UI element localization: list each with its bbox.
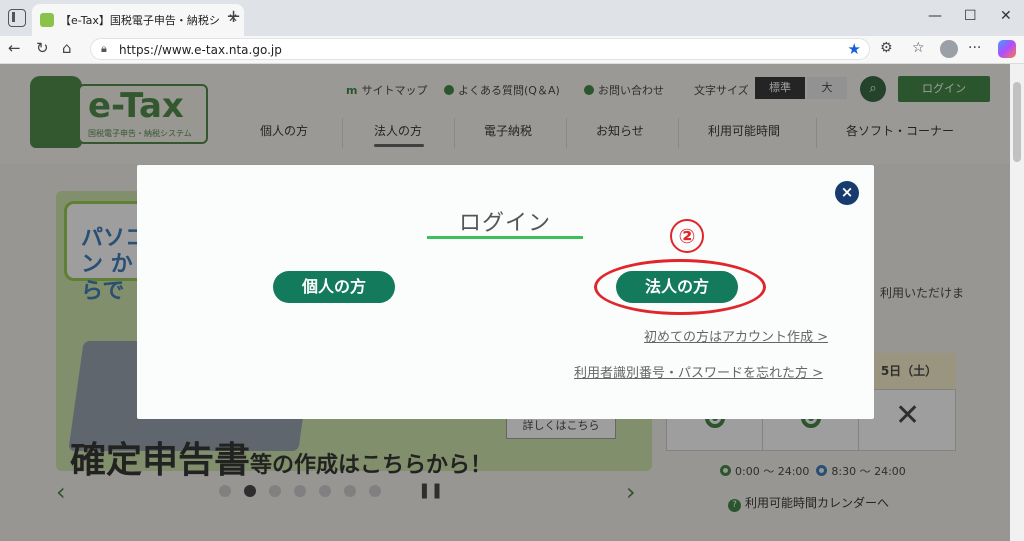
tab-title: 【e-Tax】国税電子申告・納税システム xyxy=(60,14,220,27)
new-tab-icon[interactable]: + xyxy=(226,6,241,27)
address-bar-row: ← ↻ ⌂ 🔒︎ https://www.e-tax.nta.go.jp ★ ⚙… xyxy=(0,36,1024,64)
browser-tab-bar: 【e-Tax】国税電子申告・納税システム ✕ + — ☐ ✕ xyxy=(0,0,1024,36)
url-text: https://www.e-tax.nta.go.jp xyxy=(119,43,282,57)
corporate-login-button[interactable]: 法人の方 xyxy=(616,271,738,303)
login-modal: × ログイン 個人の方 ② 法人の方 初めての方はアカウント作成 > 利用者識別… xyxy=(137,165,874,419)
tab-actions-icon[interactable] xyxy=(8,9,26,27)
window-close-icon[interactable]: ✕ xyxy=(1000,8,1012,24)
forgot-credentials-link[interactable]: 利用者識別番号・パスワードを忘れた方 > xyxy=(574,362,823,381)
back-icon[interactable]: ← xyxy=(8,39,21,57)
scrollbar-thumb[interactable] xyxy=(1013,82,1021,162)
modal-close-icon[interactable]: × xyxy=(835,181,859,205)
page-scrollbar[interactable] xyxy=(1010,64,1024,541)
title-underline xyxy=(427,236,583,239)
favorites-icon[interactable]: ☆ xyxy=(912,40,925,56)
modal-title: ログイン xyxy=(458,211,551,236)
profile-avatar[interactable] xyxy=(940,40,958,58)
copilot-icon[interactable] xyxy=(998,40,1016,58)
home-icon[interactable]: ⌂ xyxy=(62,39,72,57)
extensions-icon[interactable]: ⚙ xyxy=(880,40,893,56)
create-account-link[interactable]: 初めての方はアカウント作成 > xyxy=(644,326,828,345)
minimize-icon[interactable]: — xyxy=(928,8,942,24)
page-content: e-Tax 国税電子申告・納税システム m サイトマップ よくある質問(Q＆A) … xyxy=(0,64,1010,541)
more-menu-icon[interactable]: ··· xyxy=(968,40,981,56)
url-field[interactable]: 🔒︎ https://www.e-tax.nta.go.jp ★ xyxy=(90,38,870,60)
step-number-badge: ② xyxy=(670,219,704,253)
personal-login-button[interactable]: 個人の方 xyxy=(273,271,395,303)
maximize-icon[interactable]: ☐ xyxy=(964,8,977,24)
etax-favicon-icon xyxy=(40,13,54,27)
favorite-star-icon[interactable]: ★ xyxy=(848,40,861,58)
lock-icon: 🔒︎ xyxy=(101,42,107,55)
refresh-icon[interactable]: ↻ xyxy=(36,39,49,57)
browser-tab[interactable]: 【e-Tax】国税電子申告・納税システム ✕ xyxy=(32,4,244,36)
